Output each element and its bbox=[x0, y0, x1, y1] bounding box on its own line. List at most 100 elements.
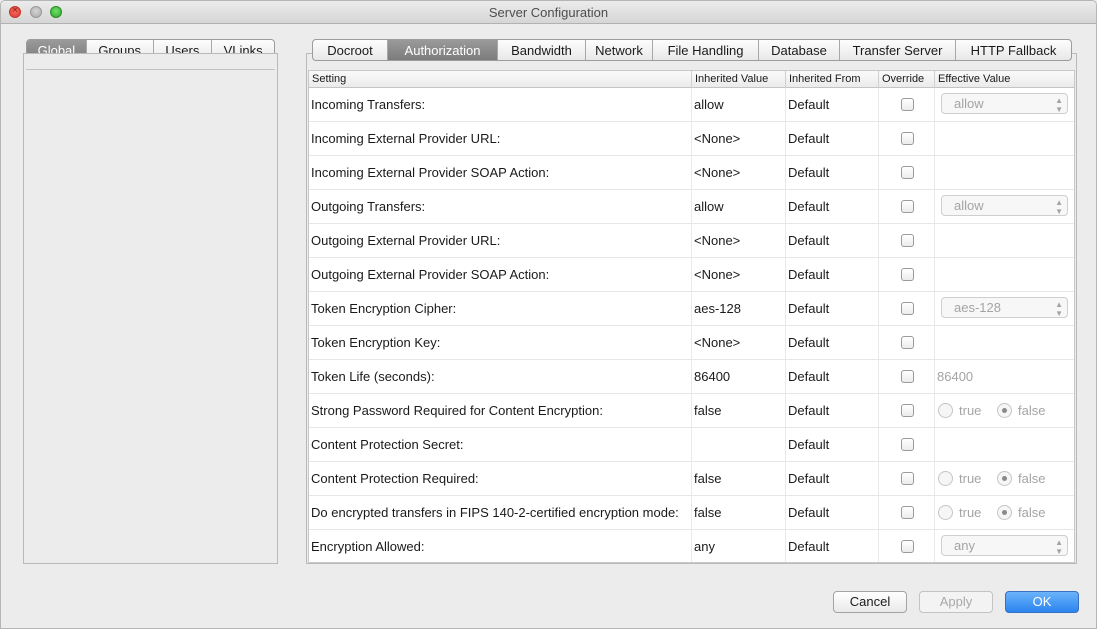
inherited-from: Default bbox=[786, 88, 879, 122]
setting-name: Token Encryption Cipher: bbox=[309, 292, 692, 326]
effective-value-select[interactable]: allow ▲ ▼ bbox=[941, 195, 1068, 216]
inherited-value: <None> bbox=[692, 326, 786, 360]
override-checkbox[interactable] bbox=[901, 370, 914, 383]
column-header-override[interactable]: Override bbox=[879, 71, 935, 88]
override-cell bbox=[879, 292, 935, 326]
effective-value-cell: allow ▲ ▼ bbox=[935, 88, 1074, 122]
effective-value-cell bbox=[935, 122, 1074, 156]
effective-value-cell: allow ▲ ▼ bbox=[935, 190, 1074, 224]
category-tab-file-handling[interactable]: File Handling bbox=[653, 40, 759, 60]
radio-true[interactable] bbox=[938, 505, 953, 520]
up-down-arrows-icon: ▲ ▼ bbox=[1055, 198, 1063, 216]
table-row[interactable]: Token Encryption Key: <None> Default bbox=[309, 326, 1074, 360]
up-down-arrows-icon: ▲ ▼ bbox=[1055, 538, 1063, 556]
table-row[interactable]: Content Protection Required: false Default… bbox=[309, 462, 1074, 496]
override-checkbox[interactable] bbox=[901, 98, 914, 111]
table-row[interactable]: Strong Password Required for Content Enc… bbox=[309, 394, 1074, 428]
inherited-from: Default bbox=[786, 258, 879, 292]
override-cell bbox=[879, 496, 935, 530]
override-checkbox[interactable] bbox=[901, 404, 914, 417]
radio-true[interactable] bbox=[938, 403, 953, 418]
radio-false[interactable] bbox=[997, 505, 1012, 520]
category-tab-database[interactable]: Database bbox=[759, 40, 840, 60]
inherited-value bbox=[692, 428, 786, 462]
inherited-from: Default bbox=[786, 224, 879, 258]
setting-name: Token Encryption Key: bbox=[309, 326, 692, 360]
effective-value-selected: allow bbox=[954, 96, 984, 111]
category-tab-bandwidth[interactable]: Bandwidth bbox=[498, 40, 586, 60]
effective-value-text: 86400 bbox=[937, 369, 974, 384]
override-cell bbox=[879, 258, 935, 292]
override-checkbox[interactable] bbox=[901, 132, 914, 145]
effective-value-cell bbox=[935, 258, 1074, 292]
inherited-value: false bbox=[692, 496, 786, 530]
column-header-effective-value[interactable]: Effective Value bbox=[935, 71, 1074, 88]
inherited-from: Default bbox=[786, 326, 879, 360]
title-bar: × Server Configuration bbox=[1, 1, 1096, 24]
effective-value-select[interactable]: allow ▲ ▼ bbox=[941, 93, 1068, 114]
server-configuration-window: × Server Configuration Global Groups Users… bbox=[0, 0, 1097, 629]
effective-value-selected: any bbox=[954, 538, 975, 553]
table-row[interactable]: Incoming External Provider URL: <None> Def… bbox=[309, 122, 1074, 156]
table-row[interactable]: Content Protection Secret: Default bbox=[309, 428, 1074, 462]
column-header-setting[interactable]: Setting bbox=[309, 71, 692, 88]
override-cell bbox=[879, 190, 935, 224]
override-checkbox[interactable] bbox=[901, 302, 914, 315]
table-row[interactable]: Do encrypted transfers in FIPS 140-2-cer… bbox=[309, 496, 1074, 530]
ok-button[interactable]: OK bbox=[1005, 591, 1079, 613]
radio-false-label: false bbox=[1018, 505, 1046, 520]
inherited-value: aes-128 bbox=[692, 292, 786, 326]
override-cell bbox=[879, 156, 935, 190]
radio-false[interactable] bbox=[997, 471, 1012, 486]
override-checkbox[interactable] bbox=[901, 166, 914, 179]
override-checkbox[interactable] bbox=[901, 472, 914, 485]
inherited-value: <None> bbox=[692, 224, 786, 258]
override-checkbox[interactable] bbox=[901, 506, 914, 519]
inherited-value: <None> bbox=[692, 258, 786, 292]
radio-true-label: true bbox=[959, 505, 982, 520]
column-header-inherited-from[interactable]: Inherited From bbox=[786, 71, 879, 88]
effective-value-cell: true false bbox=[935, 496, 1074, 530]
table-row[interactable]: Outgoing External Provider URL: <None> Def… bbox=[309, 224, 1074, 258]
settings-table: Setting Inherited Value Inherited From Over… bbox=[308, 70, 1075, 563]
inherited-from: Default bbox=[786, 122, 879, 156]
inherited-value: allow bbox=[692, 190, 786, 224]
category-tab-authorization[interactable]: Authorization bbox=[388, 40, 498, 60]
inherited-from: Default bbox=[786, 190, 879, 224]
setting-name: Strong Password Required for Content Enc… bbox=[309, 394, 692, 428]
effective-value-select[interactable]: aes-128 ▲ ▼ bbox=[941, 297, 1068, 318]
override-checkbox[interactable] bbox=[901, 200, 914, 213]
category-tab-http-fallback[interactable]: HTTP Fallback bbox=[956, 40, 1071, 60]
effective-value-select[interactable]: any ▲ ▼ bbox=[941, 535, 1068, 556]
override-checkbox[interactable] bbox=[901, 268, 914, 281]
table-row[interactable]: Token Life (seconds): 86400 Default 86400 bbox=[309, 360, 1074, 394]
override-checkbox[interactable] bbox=[901, 540, 914, 553]
category-tab-docroot[interactable]: Docroot bbox=[313, 40, 388, 60]
table-row[interactable]: Token Encryption Cipher: aes-128 Default ae… bbox=[309, 292, 1074, 326]
setting-name: Outgoing Transfers: bbox=[309, 190, 692, 224]
table-row[interactable]: Incoming Transfers: allow Default allow ▲ ▼ bbox=[309, 88, 1074, 122]
table-row[interactable]: Outgoing External Provider SOAP Action: <… bbox=[309, 258, 1074, 292]
effective-value-cell bbox=[935, 224, 1074, 258]
apply-button[interactable]: Apply bbox=[919, 591, 993, 613]
inherited-from: Default bbox=[786, 496, 879, 530]
effective-value-cell bbox=[935, 326, 1074, 360]
setting-name: Encryption Allowed: bbox=[309, 530, 692, 562]
category-tab-network[interactable]: Network bbox=[586, 40, 653, 60]
override-checkbox[interactable] bbox=[901, 234, 914, 247]
override-cell bbox=[879, 394, 935, 428]
radio-false[interactable] bbox=[997, 403, 1012, 418]
radio-true[interactable] bbox=[938, 471, 953, 486]
override-checkbox[interactable] bbox=[901, 438, 914, 451]
table-row[interactable]: Encryption Allowed: any Default any ▲ ▼ bbox=[309, 530, 1074, 562]
effective-value-cell: true false bbox=[935, 462, 1074, 496]
table-row[interactable]: Outgoing Transfers: allow Default allow ▲ ▼ bbox=[309, 190, 1074, 224]
override-cell bbox=[879, 462, 935, 496]
category-tab-transfer-server[interactable]: Transfer Server bbox=[840, 40, 956, 60]
override-checkbox[interactable] bbox=[901, 336, 914, 349]
table-row[interactable]: Incoming External Provider SOAP Action: <… bbox=[309, 156, 1074, 190]
inherited-from: Default bbox=[786, 428, 879, 462]
column-header-inherited-value[interactable]: Inherited Value bbox=[692, 71, 786, 88]
inherited-value: allow bbox=[692, 88, 786, 122]
cancel-button[interactable]: Cancel bbox=[833, 591, 907, 613]
